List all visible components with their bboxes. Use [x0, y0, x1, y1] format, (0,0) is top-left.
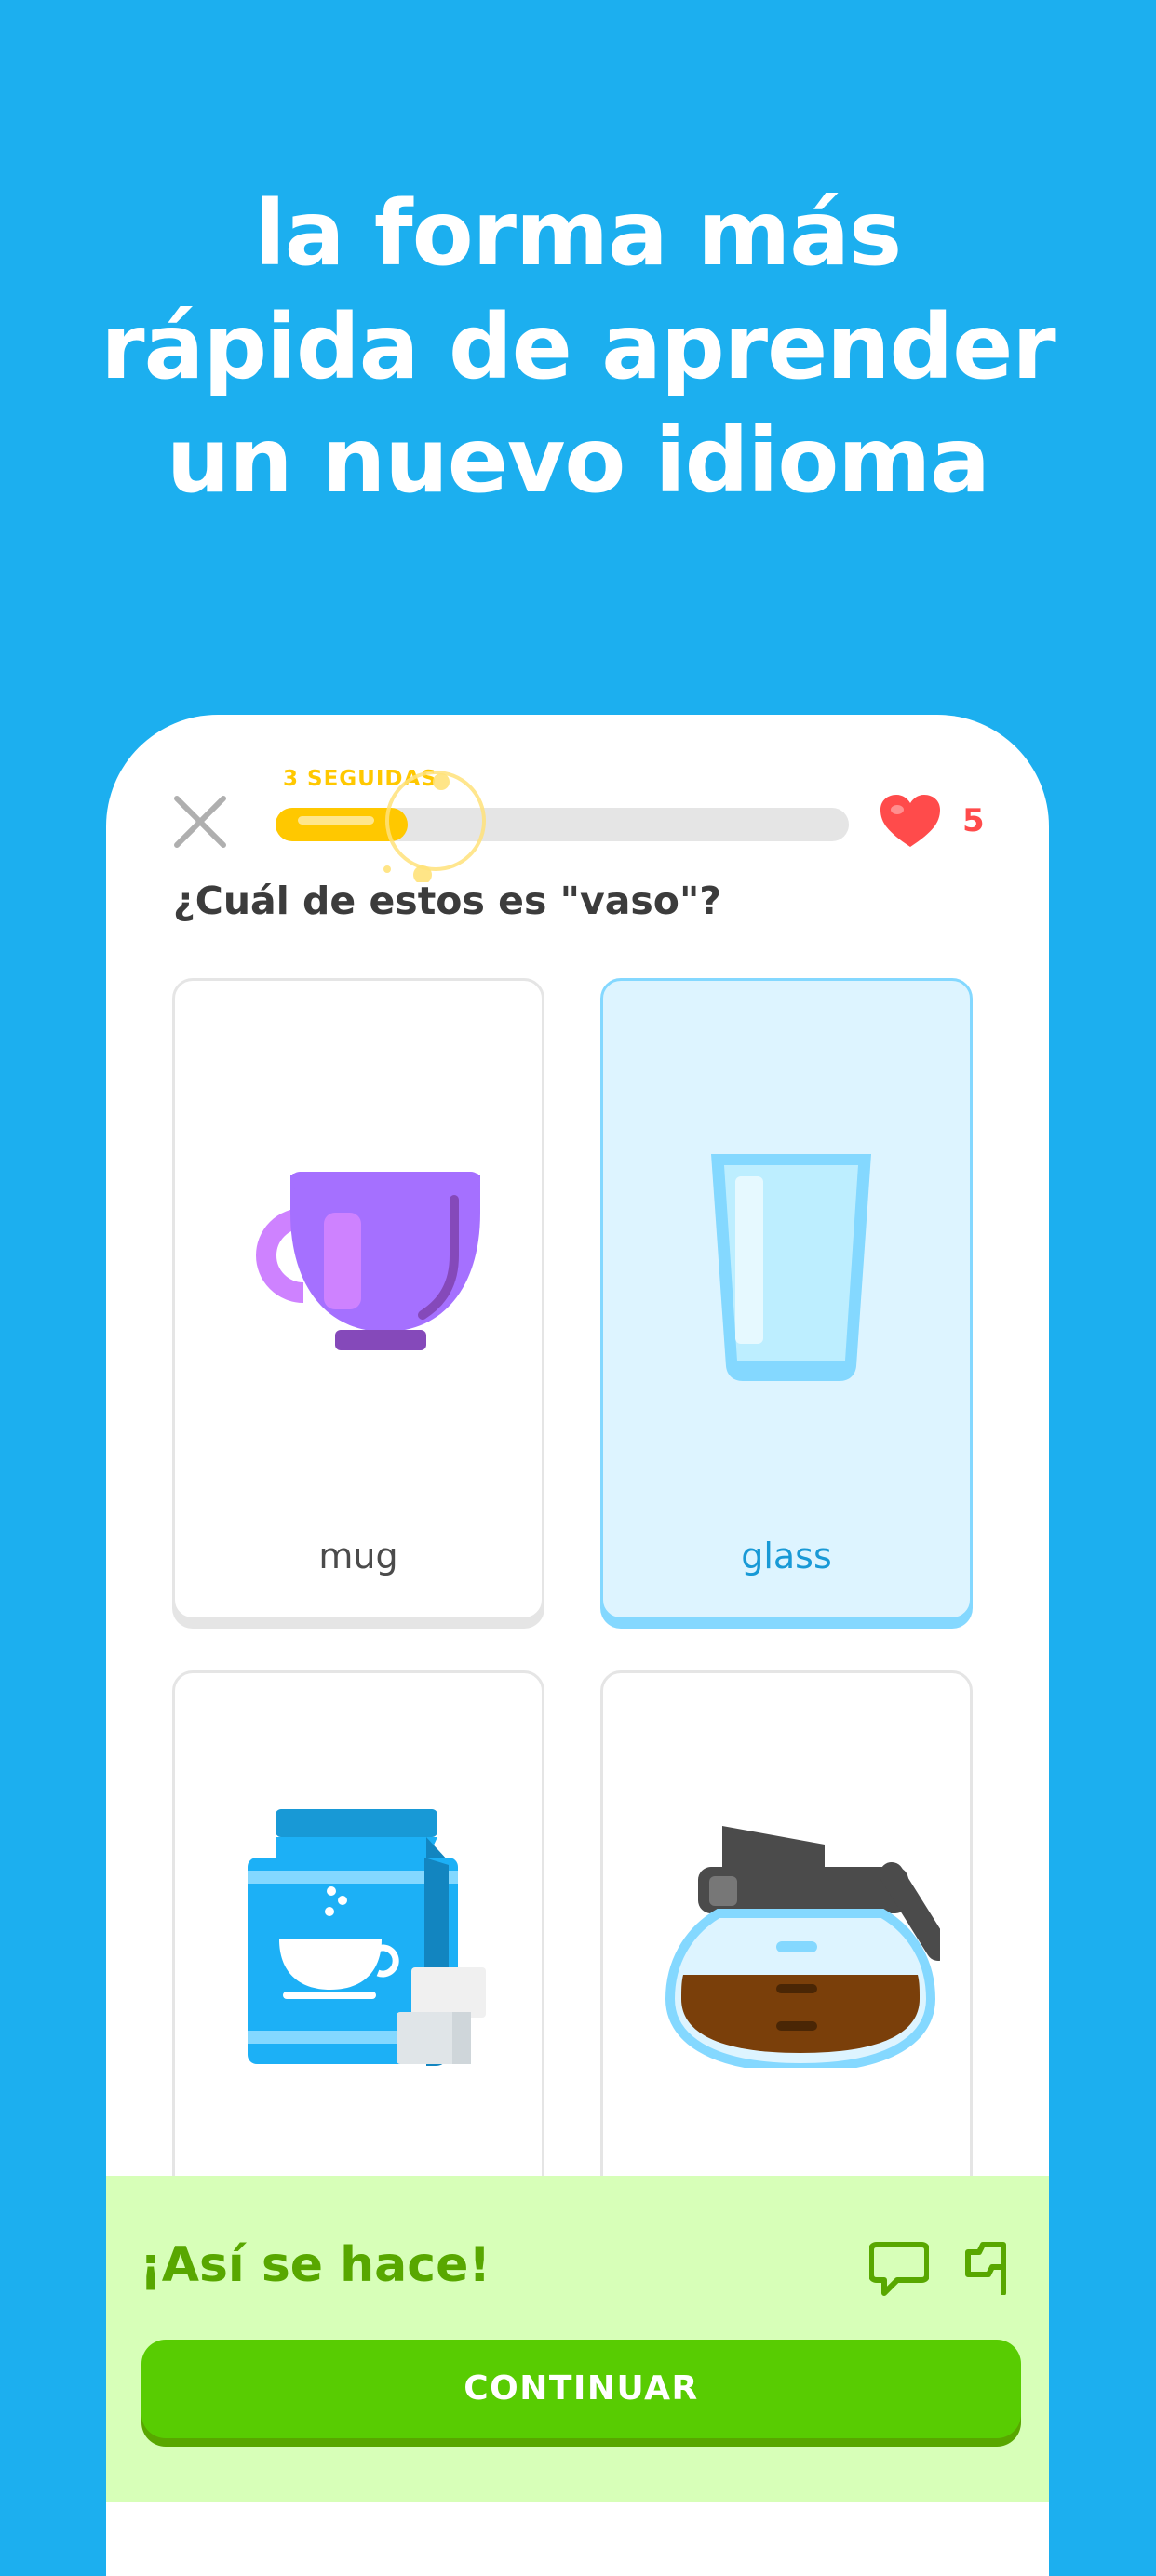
question-text: ¿Cuál de estos es "vaso"?: [173, 879, 722, 923]
lives-count: 5: [962, 802, 985, 839]
glass-icon: [711, 1154, 871, 1381]
coffee-pot-icon: [665, 1826, 940, 2068]
headline: la forma más rápida de aprender un nuevo…: [0, 177, 1156, 517]
close-icon[interactable]: [173, 795, 227, 849]
heart-icon: [880, 795, 940, 847]
option-card-coffee-pot[interactable]: [600, 1670, 973, 2229]
sparkle-icon: [383, 771, 486, 882]
progress-shine: [298, 816, 374, 825]
coffee-bag-icon: [248, 1809, 486, 2066]
flag-icon[interactable]: [964, 2235, 1024, 2295]
progress-bar: [276, 808, 849, 841]
option-label-mug: mug: [318, 1536, 398, 1576]
headline-line-2: rápida de aprender: [101, 295, 1055, 399]
comment-icon[interactable]: [869, 2237, 929, 2297]
continue-button[interactable]: CONTINUAR: [141, 2340, 1021, 2438]
option-card-glass[interactable]: glass: [600, 978, 973, 1620]
option-card-coffee-bag[interactable]: [172, 1670, 544, 2229]
feedback-banner: ¡Así se hace! CONTINUAR: [106, 2176, 1049, 2502]
feedback-title: ¡Así se hace!: [140, 2237, 491, 2293]
mug-icon: [256, 1172, 480, 1350]
headline-line-3: un nuevo idioma: [166, 409, 990, 513]
option-card-mug[interactable]: mug: [172, 978, 544, 1620]
headline-line-1: la forma más: [254, 181, 902, 286]
option-label-glass: glass: [741, 1536, 832, 1576]
